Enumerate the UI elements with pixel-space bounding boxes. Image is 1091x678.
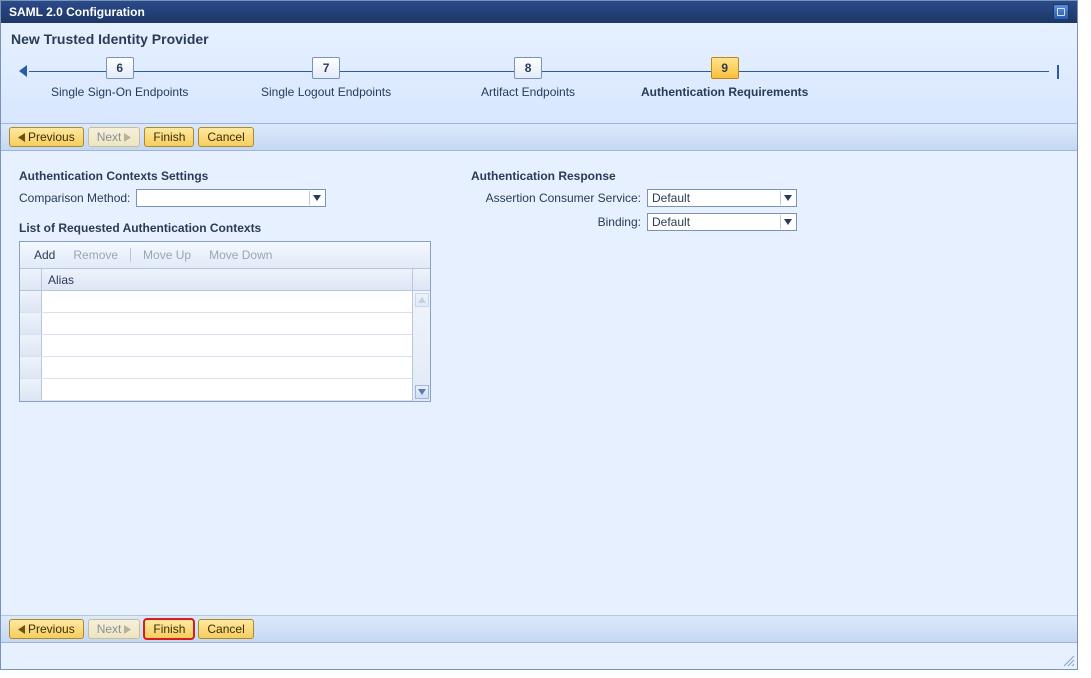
finish-button[interactable]: Finish	[144, 127, 194, 147]
roadmap-end-icon	[1057, 65, 1059, 79]
resize-grip-icon[interactable]	[1061, 653, 1075, 667]
footer-strip	[1, 643, 1077, 669]
remove-button: Remove	[67, 246, 124, 264]
button-label: Cancel	[207, 622, 244, 636]
finish-button[interactable]: Finish	[144, 619, 194, 639]
cell-alias	[42, 291, 412, 312]
bottom-area: Previous Next Finish Cancel	[1, 615, 1077, 669]
cancel-button[interactable]: Cancel	[198, 127, 253, 147]
requested-contexts-table: Add Remove Move Up Move Down Alias	[19, 241, 431, 402]
roadmap-step-label: Artifact Endpoints	[481, 85, 575, 99]
roadmap-step-label: Authentication Requirements	[641, 85, 808, 99]
chevron-down-icon	[780, 215, 794, 229]
cell-alias	[42, 313, 412, 334]
comparison-method-label: Comparison Method:	[19, 191, 130, 205]
select-value: Default	[652, 215, 780, 229]
button-label: Finish	[153, 622, 185, 636]
roadmap-step-label: Single Logout Endpoints	[261, 85, 391, 99]
row-header	[20, 313, 42, 334]
acs-label: Assertion Consumer Service:	[471, 191, 641, 205]
window-title: SAML 2.0 Configuration	[9, 5, 145, 19]
wizard-roadmap: 6 Single Sign-On Endpoints 7 Single Logo…	[11, 57, 1067, 109]
comparison-method-select[interactable]	[136, 189, 326, 207]
move-up-button: Move Up	[137, 246, 197, 264]
triangle-right-icon	[124, 133, 131, 142]
roadmap-step-6[interactable]: 6 Single Sign-On Endpoints	[51, 57, 188, 99]
table-row[interactable]	[20, 291, 412, 313]
page-title: New Trusted Identity Provider	[11, 31, 1067, 47]
roadmap-step-number: 6	[106, 57, 134, 79]
roadmap-step-label: Single Sign-On Endpoints	[51, 85, 188, 99]
button-label: Previous	[28, 130, 75, 144]
acs-row: Assertion Consumer Service: Default	[471, 189, 797, 207]
subheader: New Trusted Identity Provider 6 Single S…	[1, 23, 1077, 123]
table-header: Alias	[20, 269, 430, 291]
triangle-left-icon	[18, 133, 25, 142]
table-row[interactable]	[20, 313, 412, 335]
toolbar-separator	[130, 248, 131, 262]
column-header-alias[interactable]: Alias	[42, 269, 412, 290]
cell-alias	[42, 335, 412, 356]
button-label: Next	[97, 622, 122, 636]
button-label: Finish	[153, 130, 185, 144]
cell-alias	[42, 357, 412, 378]
roadmap-step-7[interactable]: 7 Single Logout Endpoints	[261, 57, 391, 99]
table-row[interactable]	[20, 379, 412, 401]
previous-button[interactable]: Previous	[9, 127, 84, 147]
binding-label: Binding:	[471, 215, 641, 229]
roadmap-step-8[interactable]: 8 Artifact Endpoints	[481, 57, 575, 99]
scroll-header-spacer	[412, 269, 430, 290]
cell-alias	[42, 379, 412, 400]
cancel-button[interactable]: Cancel	[198, 619, 253, 639]
requested-contexts-title: List of Requested Authentication Context…	[19, 221, 431, 235]
row-header	[20, 291, 42, 312]
roadmap-back-arrow-icon[interactable]	[19, 65, 27, 77]
table-toolbar: Add Remove Move Up Move Down	[20, 242, 430, 269]
auth-contexts-panel: Authentication Contexts Settings Compari…	[19, 169, 431, 402]
saml-config-window: SAML 2.0 Configuration New Trusted Ident…	[0, 0, 1078, 670]
button-label: Cancel	[207, 130, 244, 144]
row-header-spacer	[20, 269, 42, 290]
main-content: Authentication Contexts Settings Compari…	[1, 151, 1077, 615]
vertical-scrollbar[interactable]	[412, 291, 430, 401]
button-label: Next	[97, 130, 122, 144]
titlebar: SAML 2.0 Configuration	[1, 1, 1077, 23]
binding-row: Binding: Default	[471, 213, 797, 231]
row-header	[20, 379, 42, 400]
chevron-down-icon	[309, 191, 323, 205]
scroll-down-icon[interactable]	[415, 385, 429, 399]
table-row[interactable]	[20, 357, 412, 379]
auth-response-title: Authentication Response	[471, 169, 797, 183]
button-bar-top: Previous Next Finish Cancel	[1, 123, 1077, 151]
add-button[interactable]: Add	[28, 246, 61, 264]
table-rows	[20, 291, 412, 401]
button-bar-bottom: Previous Next Finish Cancel	[1, 616, 1077, 643]
auth-contexts-title: Authentication Contexts Settings	[19, 169, 431, 183]
window-maximize-icon[interactable]	[1053, 4, 1069, 20]
row-header	[20, 357, 42, 378]
acs-select[interactable]: Default	[647, 189, 797, 207]
roadmap-step-9[interactable]: 9 Authentication Requirements	[641, 57, 808, 99]
move-down-button: Move Down	[203, 246, 278, 264]
triangle-left-icon	[18, 625, 25, 634]
scroll-up-icon	[415, 293, 429, 307]
previous-button[interactable]: Previous	[9, 619, 84, 639]
triangle-right-icon	[124, 625, 131, 634]
comparison-method-row: Comparison Method:	[19, 189, 431, 207]
chevron-down-icon	[780, 191, 794, 205]
roadmap-step-number: 8	[514, 57, 542, 79]
binding-select[interactable]: Default	[647, 213, 797, 231]
next-button: Next	[88, 127, 141, 147]
roadmap-step-number: 9	[711, 57, 739, 79]
auth-response-panel: Authentication Response Assertion Consum…	[471, 169, 797, 231]
roadmap-step-number: 7	[312, 57, 340, 79]
table-row[interactable]	[20, 335, 412, 357]
button-label: Previous	[28, 622, 75, 636]
select-value: Default	[652, 191, 780, 205]
table-body	[20, 291, 430, 401]
row-header	[20, 335, 42, 356]
next-button: Next	[88, 619, 141, 639]
